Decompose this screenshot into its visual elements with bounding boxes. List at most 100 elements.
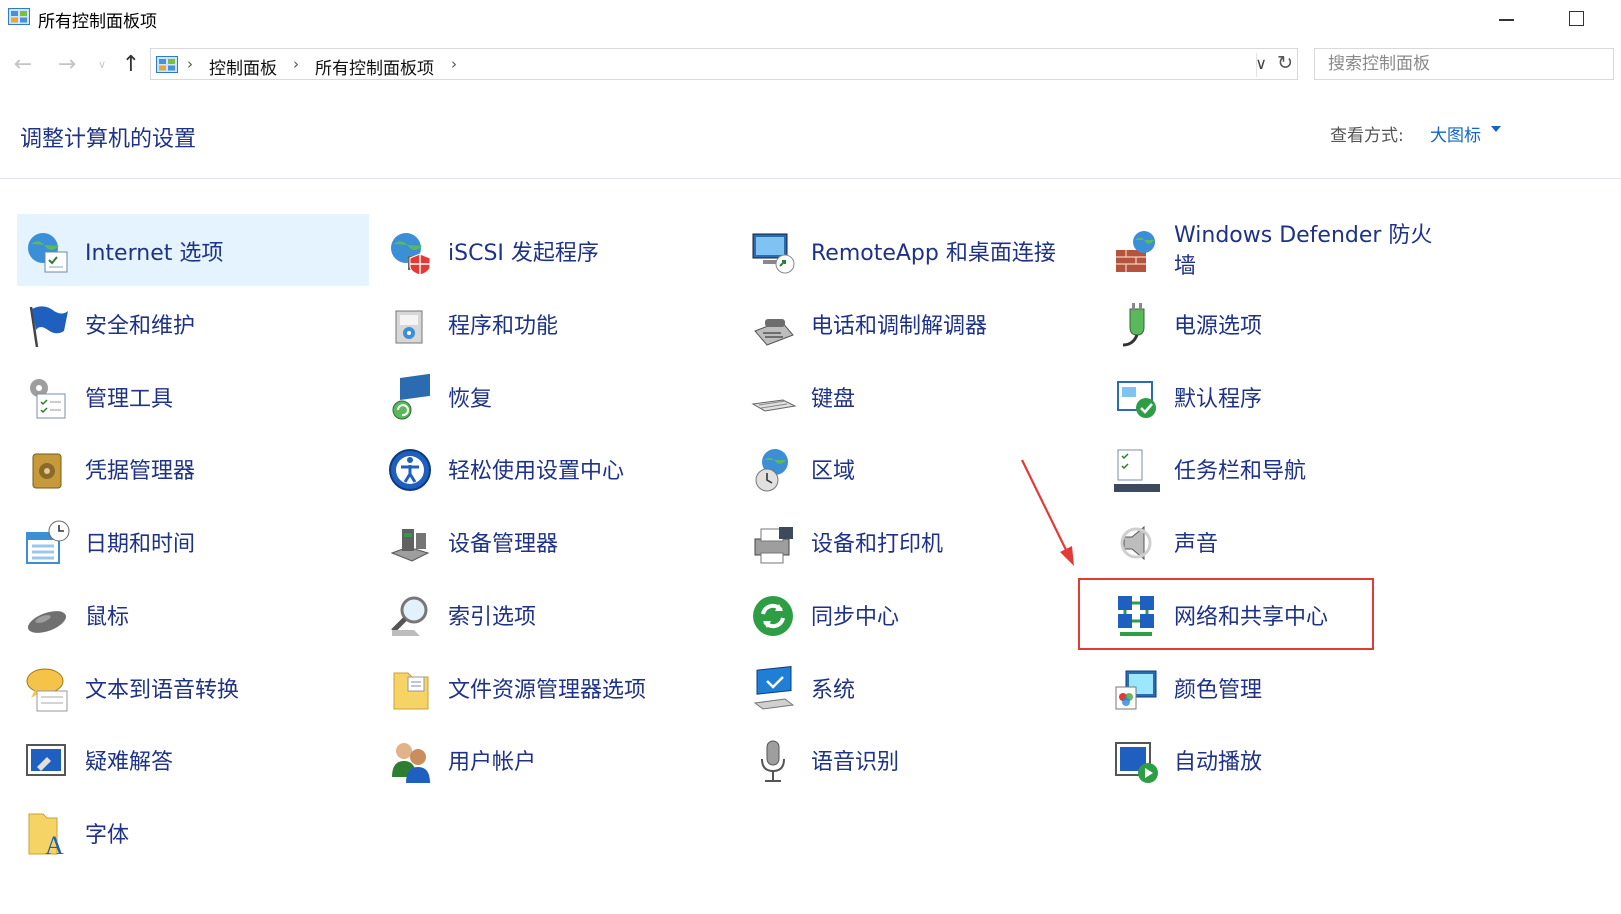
breadcrumb-separator-icon[interactable]: ›: [187, 55, 193, 73]
refresh-icon[interactable]: ↻: [1277, 52, 1293, 74]
item-label: 程序和功能: [448, 314, 559, 339]
iscsi-icon: [391, 233, 431, 276]
breadcrumb-control-panel[interactable]: 控制面板: [209, 54, 277, 79]
search-input[interactable]: 搜索控制面板: [1314, 48, 1614, 80]
item-label: 凭据管理器: [85, 459, 196, 484]
control-panel-item[interactable]: 设备管理器: [380, 505, 732, 577]
sound-icon: [1120, 525, 1152, 561]
view-by-dropdown[interactable]: 大图标: [1430, 121, 1481, 146]
item-label: 索引选项: [448, 605, 537, 630]
control-panel-item[interactable]: 键盘: [743, 360, 1095, 432]
control-panel-item[interactable]: 文件资源管理器选项: [380, 651, 732, 723]
control-panel-icon: [156, 56, 178, 73]
autoplay-icon: [1115, 742, 1158, 783]
flag-icon: [29, 306, 68, 348]
control-panel-item[interactable]: RemoteApp 和桌面连接: [743, 214, 1095, 286]
page-title: 调整计算机的设置: [20, 127, 197, 152]
control-panel-item[interactable]: 日期和时间: [17, 505, 369, 577]
control-panel-item[interactable]: 电源选项: [1106, 287, 1458, 359]
control-panel-item[interactable]: 同步中心: [743, 578, 1095, 650]
control-panel-item[interactable]: 凭据管理器: [17, 432, 369, 504]
item-label: iSCSI 发起程序: [448, 241, 599, 266]
item-label: 任务栏和导航: [1174, 459, 1307, 484]
user-accounts-icon: [392, 743, 430, 783]
window-title: 所有控制面板项: [38, 12, 157, 32]
recent-locations-chevron-icon[interactable]: ∨: [89, 52, 115, 78]
speech-bubble-icon: [26, 668, 68, 712]
breadcrumb-separator-icon[interactable]: ›: [451, 55, 457, 73]
control-panel-item[interactable]: 鼠标: [17, 578, 369, 650]
region-icon: [755, 449, 788, 492]
item-label: 安全和维护: [85, 314, 196, 339]
sync-icon: [753, 596, 793, 636]
address-dropdown-chevron-icon[interactable]: ∨: [1255, 54, 1267, 73]
control-panel-item[interactable]: 任务栏和导航: [1106, 432, 1458, 504]
breadcrumb-separator-icon[interactable]: ›: [293, 55, 299, 73]
control-panel-item[interactable]: 声音: [1106, 505, 1458, 577]
item-label: 恢复: [448, 387, 493, 412]
up-arrow-icon[interactable]: ↑: [118, 52, 144, 78]
item-label: 设备和打印机: [811, 532, 944, 557]
control-panel-item[interactable]: 恢复: [380, 360, 732, 432]
maximize-button[interactable]: [1560, 4, 1594, 32]
control-panel-item[interactable]: Windows Defender 防火墙: [1106, 214, 1458, 286]
color-management-icon: [1115, 670, 1157, 710]
fonts-icon: A: [28, 813, 64, 858]
control-panel-item[interactable]: 语音识别: [743, 723, 1095, 795]
control-panel-icon: [8, 8, 30, 25]
item-label: 自动播放: [1174, 750, 1263, 775]
indexing-icon: [391, 596, 428, 636]
folder-options-icon: [393, 672, 429, 710]
internet-options-icon: [28, 233, 68, 273]
header-divider: [0, 178, 1621, 179]
item-label: 电话和调制解调器: [811, 314, 988, 339]
control-panel-item[interactable]: 系统: [743, 651, 1095, 723]
programs-icon: [395, 310, 423, 344]
view-by-label: 查看方式:: [1330, 126, 1404, 146]
caret-down-icon[interactable]: [1491, 126, 1501, 132]
system-icon: [753, 666, 795, 710]
control-panel-item[interactable]: 用户帐户: [380, 723, 732, 795]
item-label: 日期和时间: [85, 532, 196, 557]
control-panel-item[interactable]: 安全和维护: [17, 287, 369, 359]
forward-arrow-icon[interactable]: →: [54, 52, 80, 78]
control-panel-item[interactable]: 管理工具: [17, 360, 369, 432]
item-label: 鼠标: [85, 605, 130, 630]
item-label: 系统: [811, 678, 856, 703]
minimize-button[interactable]: [1488, 4, 1522, 32]
control-panel-item[interactable]: 疑难解答: [17, 723, 369, 795]
item-label: 键盘: [811, 387, 856, 412]
item-label: 区域: [811, 459, 856, 484]
firewall-icon: [1116, 231, 1155, 272]
printer-icon: [754, 527, 793, 564]
back-arrow-icon[interactable]: ←: [10, 52, 36, 78]
control-panel-item[interactable]: 程序和功能: [380, 287, 732, 359]
title-bar: 所有控制面板项: [0, 0, 1621, 36]
ease-of-access-icon: [389, 449, 431, 491]
datetime-icon: [26, 520, 70, 564]
taskbar-icon: [1114, 449, 1160, 492]
control-panel-item[interactable]: 索引选项: [380, 578, 732, 650]
control-panel-item[interactable]: 颜色管理: [1106, 651, 1458, 723]
control-panel-item[interactable]: A 字体: [17, 796, 369, 868]
control-panel-item[interactable]: 默认程序: [1106, 360, 1458, 432]
annotation-highlight-box: [1078, 578, 1374, 650]
control-panel-item[interactable]: 轻松使用设置中心: [380, 432, 732, 504]
item-label: RemoteApp 和桌面连接: [811, 241, 1056, 266]
item-label: 设备管理器: [448, 532, 559, 557]
control-panel-item[interactable]: iSCSI 发起程序: [380, 214, 732, 286]
item-label: 电源选项: [1174, 314, 1263, 339]
item-label: 默认程序: [1174, 387, 1263, 412]
item-label: 语音识别: [811, 750, 900, 775]
breadcrumb-all-items[interactable]: 所有控制面板项: [315, 54, 434, 79]
recovery-icon: [392, 374, 430, 420]
keyboard-icon: [751, 399, 797, 412]
item-label: 声音: [1174, 532, 1219, 557]
control-panel-item[interactable]: 自动播放: [1106, 723, 1458, 795]
item-label: Internet 选项: [85, 241, 224, 266]
control-panel-item[interactable]: 文本到语音转换: [17, 651, 369, 723]
control-panel-item[interactable]: 电话和调制解调器: [743, 287, 1095, 359]
control-panel-item[interactable]: Internet 选项: [17, 214, 369, 286]
default-programs-icon: [1117, 381, 1156, 418]
address-bar[interactable]: › 控制面板 › 所有控制面板项 › ∨ ↻: [150, 48, 1298, 80]
